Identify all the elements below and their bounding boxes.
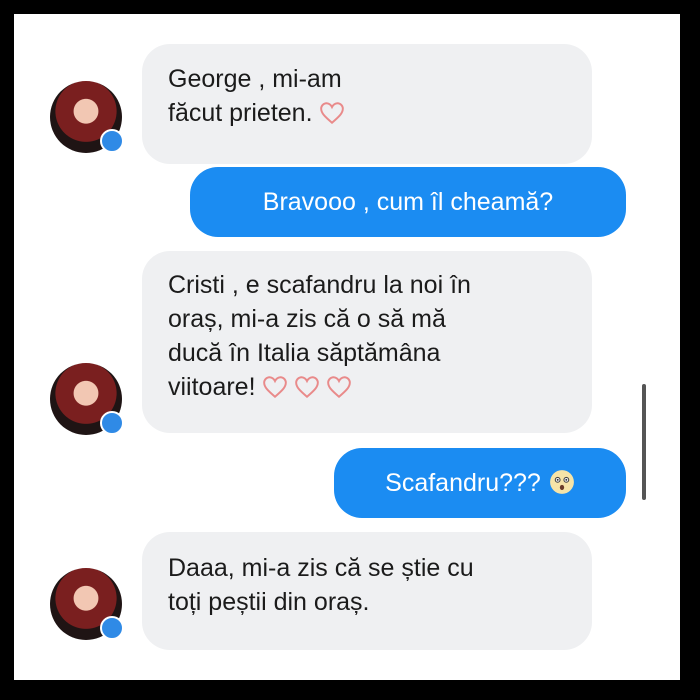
message-line: toți peștii din oraș.: [168, 588, 370, 616]
message-line: oraș, mi-a zis că o să mă: [168, 305, 446, 333]
contact-avatar[interactable]: [50, 568, 124, 640]
messenger-badge-icon: [100, 129, 124, 153]
message-line: Daaa, mi-a zis că se știe cu: [168, 554, 474, 582]
message-line: Scafandru???: [354, 466, 606, 500]
chat-screen: George , mi-am făcut prieten. Bravooo , …: [14, 14, 680, 680]
incoming-message-bubble[interactable]: Daaa, mi-a zis că se știe cu toți peștii…: [142, 532, 592, 650]
message-line: ducă în Italia săptămâna: [168, 339, 441, 367]
heart-icon: [326, 376, 351, 399]
message-line: făcut prieten.: [168, 96, 566, 130]
message-line: George , mi-am: [168, 65, 342, 93]
messenger-badge-icon: [100, 411, 124, 435]
incoming-message-bubble[interactable]: George , mi-am făcut prieten.: [142, 44, 592, 164]
heart-icon: [262, 376, 287, 399]
message-line: viitoare!: [168, 370, 566, 404]
outgoing-message-bubble[interactable]: Scafandru???: [334, 448, 626, 518]
heart-icon: [319, 102, 344, 125]
messenger-badge-icon: [100, 616, 124, 640]
message-line: Cristi , e scafandru la noi în: [168, 271, 471, 299]
incoming-message-bubble[interactable]: Cristi , e scafandru la noi în oraș, mi-…: [142, 251, 592, 433]
contact-avatar[interactable]: [50, 81, 124, 153]
contact-avatar[interactable]: [50, 363, 124, 435]
message-line: Bravooo , cum îl cheamă?: [262, 188, 554, 216]
scrollbar[interactable]: [642, 384, 646, 500]
heart-icon: [294, 376, 319, 399]
astonished-face-icon: [549, 470, 574, 494]
outgoing-message-bubble[interactable]: Bravooo , cum îl cheamă?: [190, 167, 626, 237]
